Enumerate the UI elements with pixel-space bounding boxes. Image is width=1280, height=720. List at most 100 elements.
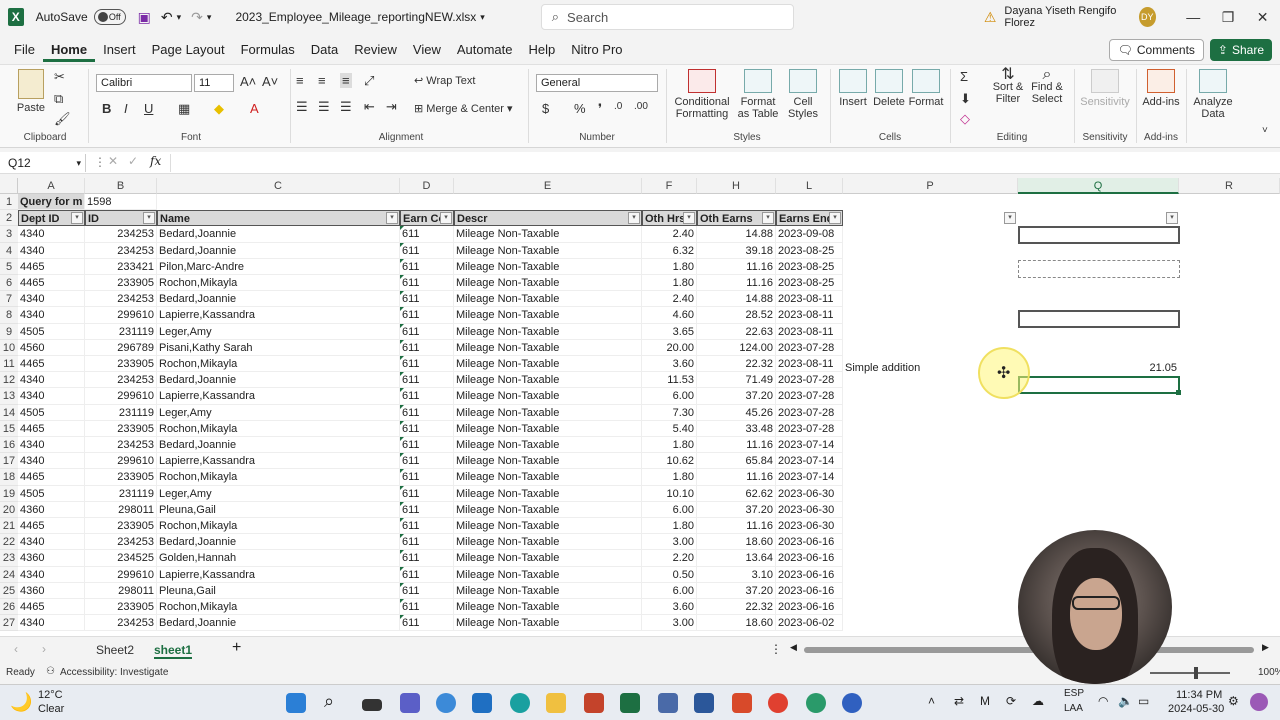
table-cell[interactable]: Mileage Non-Taxable: [454, 323, 642, 340]
table-cell[interactable]: 1.80: [642, 469, 697, 486]
task-view-icon[interactable]: [362, 699, 382, 711]
query-value-cell[interactable]: 1598: [85, 194, 157, 211]
tab-page-layout[interactable]: Page Layout: [144, 38, 233, 62]
table-cell[interactable]: 2023-07-14: [776, 469, 843, 486]
q5-dashed-cell[interactable]: [1018, 260, 1180, 278]
increase-indent-icon[interactable]: ⇥: [386, 99, 397, 115]
zoom-slider-thumb[interactable]: [1194, 667, 1198, 679]
table-cell[interactable]: Pilon,Marc-Andre: [157, 258, 400, 275]
column-header-l[interactable]: L: [776, 178, 843, 194]
table-cell[interactable]: 20.00: [642, 339, 697, 356]
table-cell[interactable]: 611: [400, 291, 454, 308]
table-cell[interactable]: 14.88: [697, 226, 776, 243]
align-center-icon[interactable]: ☰: [318, 99, 330, 115]
table-cell[interactable]: 13.64: [697, 550, 776, 567]
table-cell[interactable]: Rochon,Mikayla: [157, 469, 400, 486]
table-cell[interactable]: 234253: [85, 534, 157, 551]
app-blue-icon[interactable]: [842, 693, 862, 713]
table-cell[interactable]: 2023-07-14: [776, 453, 843, 470]
currency-icon[interactable]: $: [542, 101, 549, 116]
table-cell[interactable]: 233421: [85, 258, 157, 275]
number-format-select[interactable]: General: [536, 74, 658, 92]
table-cell[interactable]: 2023-07-14: [776, 437, 843, 454]
language-primary[interactable]: ESP: [1064, 688, 1084, 699]
table-cell[interactable]: Mileage Non-Taxable: [454, 485, 642, 502]
table-cell[interactable]: Mileage Non-Taxable: [454, 615, 642, 632]
table-cell[interactable]: 611: [400, 388, 454, 405]
table-cell[interactable]: 233905: [85, 275, 157, 292]
column-header-a[interactable]: A: [18, 178, 85, 194]
store-icon[interactable]: [472, 693, 492, 713]
row-header[interactable]: 27: [0, 615, 18, 632]
format-as-table-button[interactable]: Format as Table: [734, 69, 782, 120]
tray-m-icon[interactable]: M: [980, 694, 990, 708]
volume-icon[interactable]: 🔈: [1118, 694, 1133, 708]
table-cell[interactable]: Pleuna,Gail: [157, 582, 400, 599]
table-cell[interactable]: 234253: [85, 437, 157, 454]
row-header[interactable]: 5: [0, 258, 18, 275]
tab-file[interactable]: File: [6, 38, 43, 62]
save-icon[interactable]: ▣: [138, 9, 151, 26]
q8-bordered-cell[interactable]: [1018, 310, 1180, 328]
add-sheet-icon[interactable]: +: [232, 639, 241, 657]
tray-cloud-icon[interactable]: ☁: [1032, 694, 1044, 708]
table-cell[interactable]: 234253: [85, 615, 157, 632]
table-cell[interactable]: 4340: [18, 242, 85, 259]
table-cell[interactable]: 4360: [18, 582, 85, 599]
table-header-cell[interactable]: Name: [157, 210, 400, 227]
table-cell[interactable]: 2023-06-30: [776, 518, 843, 535]
row-header[interactable]: 11: [0, 356, 18, 373]
table-cell[interactable]: Mileage Non-Taxable: [454, 550, 642, 567]
table-cell[interactable]: 611: [400, 307, 454, 324]
more-icon[interactable]: ⋮: [94, 155, 106, 169]
powerpoint-icon[interactable]: [584, 693, 604, 713]
clear-icon[interactable]: ◇: [960, 111, 970, 127]
column-header-p[interactable]: P: [843, 178, 1018, 194]
table-cell[interactable]: 4340: [18, 226, 85, 243]
table-cell[interactable]: 37.20: [697, 501, 776, 518]
minimize-icon[interactable]: —: [1176, 9, 1211, 25]
table-cell[interactable]: 2023-08-25: [776, 275, 843, 292]
table-cell[interactable]: 234253: [85, 242, 157, 259]
copy-icon[interactable]: ⧉: [54, 91, 63, 107]
function-icon[interactable]: fx: [150, 154, 161, 168]
tab-review[interactable]: Review: [346, 38, 405, 62]
comments-button[interactable]: 🗨 Comments: [1108, 39, 1204, 61]
column-header-q[interactable]: Q: [1018, 178, 1179, 194]
tab-formulas[interactable]: Formulas: [233, 38, 303, 62]
fill-icon[interactable]: ⬇: [960, 91, 971, 107]
font-color-icon[interactable]: A: [250, 101, 259, 116]
table-cell[interactable]: Mileage Non-Taxable: [454, 356, 642, 373]
tray-app-icon[interactable]: ⇄: [954, 694, 964, 708]
collapse-ribbon-icon[interactable]: ˅: [1262, 125, 1268, 136]
font-size-select[interactable]: 11: [194, 74, 234, 92]
table-cell[interactable]: 2023-08-25: [776, 242, 843, 259]
table-cell[interactable]: 611: [400, 566, 454, 583]
row-header[interactable]: 8: [0, 307, 18, 324]
table-cell[interactable]: 611: [400, 226, 454, 243]
table-cell[interactable]: Pleuna,Gail: [157, 501, 400, 518]
tab-help[interactable]: Help: [521, 38, 564, 62]
table-cell[interactable]: 4.60: [642, 307, 697, 324]
format-cells-button[interactable]: Format: [908, 69, 944, 108]
analyze-data-button[interactable]: Analyze Data: [1190, 69, 1236, 120]
enter-icon[interactable]: ✓: [128, 154, 138, 168]
app-red-icon[interactable]: [732, 693, 752, 713]
table-cell[interactable]: 233905: [85, 518, 157, 535]
column-header-d[interactable]: D: [400, 178, 454, 194]
insert-cells-button[interactable]: Insert: [836, 69, 870, 108]
table-cell[interactable]: 39.18: [697, 242, 776, 259]
table-cell[interactable]: 6.00: [642, 582, 697, 599]
table-cell[interactable]: 234253: [85, 372, 157, 389]
table-cell[interactable]: 3.60: [642, 599, 697, 616]
table-cell[interactable]: Lapierre,Kassandra: [157, 388, 400, 405]
table-cell[interactable]: 37.20: [697, 582, 776, 599]
table-cell[interactable]: 611: [400, 372, 454, 389]
table-cell[interactable]: 4560: [18, 339, 85, 356]
table-cell[interactable]: Mileage Non-Taxable: [454, 582, 642, 599]
table-cell[interactable]: 2023-09-08: [776, 226, 843, 243]
word-icon[interactable]: [694, 693, 714, 713]
table-cell[interactable]: Bedard,Joannie: [157, 372, 400, 389]
maximize-icon[interactable]: ❐: [1211, 9, 1246, 26]
table-cell[interactable]: 14.88: [697, 291, 776, 308]
